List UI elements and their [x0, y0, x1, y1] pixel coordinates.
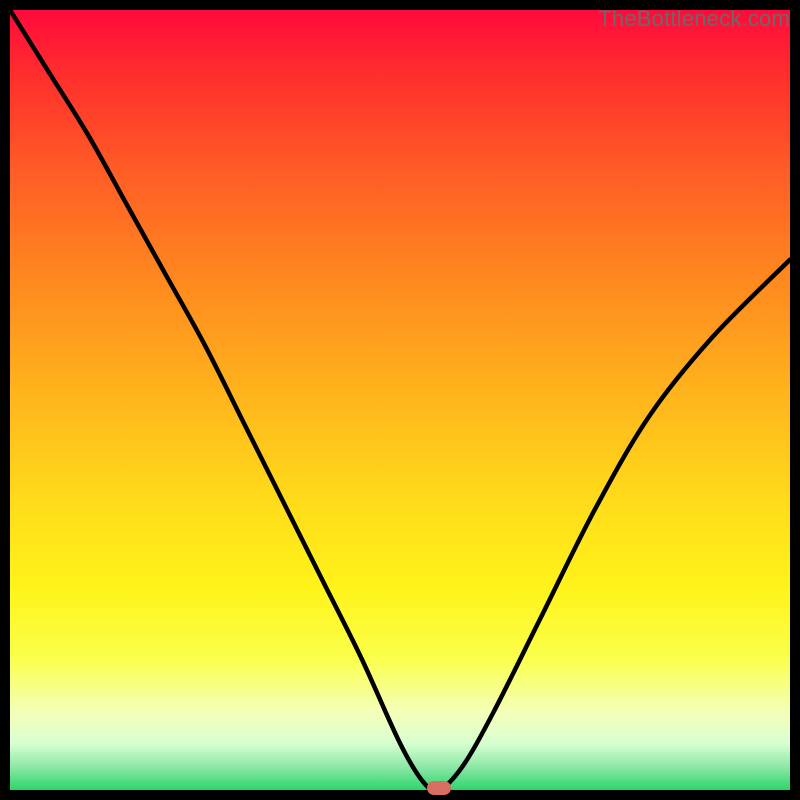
minimum-marker: [427, 781, 451, 795]
bottleneck-curve: [10, 10, 790, 791]
watermark-text: TheBottleneck.com: [598, 6, 790, 32]
chart-curve-layer: [10, 10, 790, 790]
chart-frame: TheBottleneck.com: [0, 0, 800, 800]
